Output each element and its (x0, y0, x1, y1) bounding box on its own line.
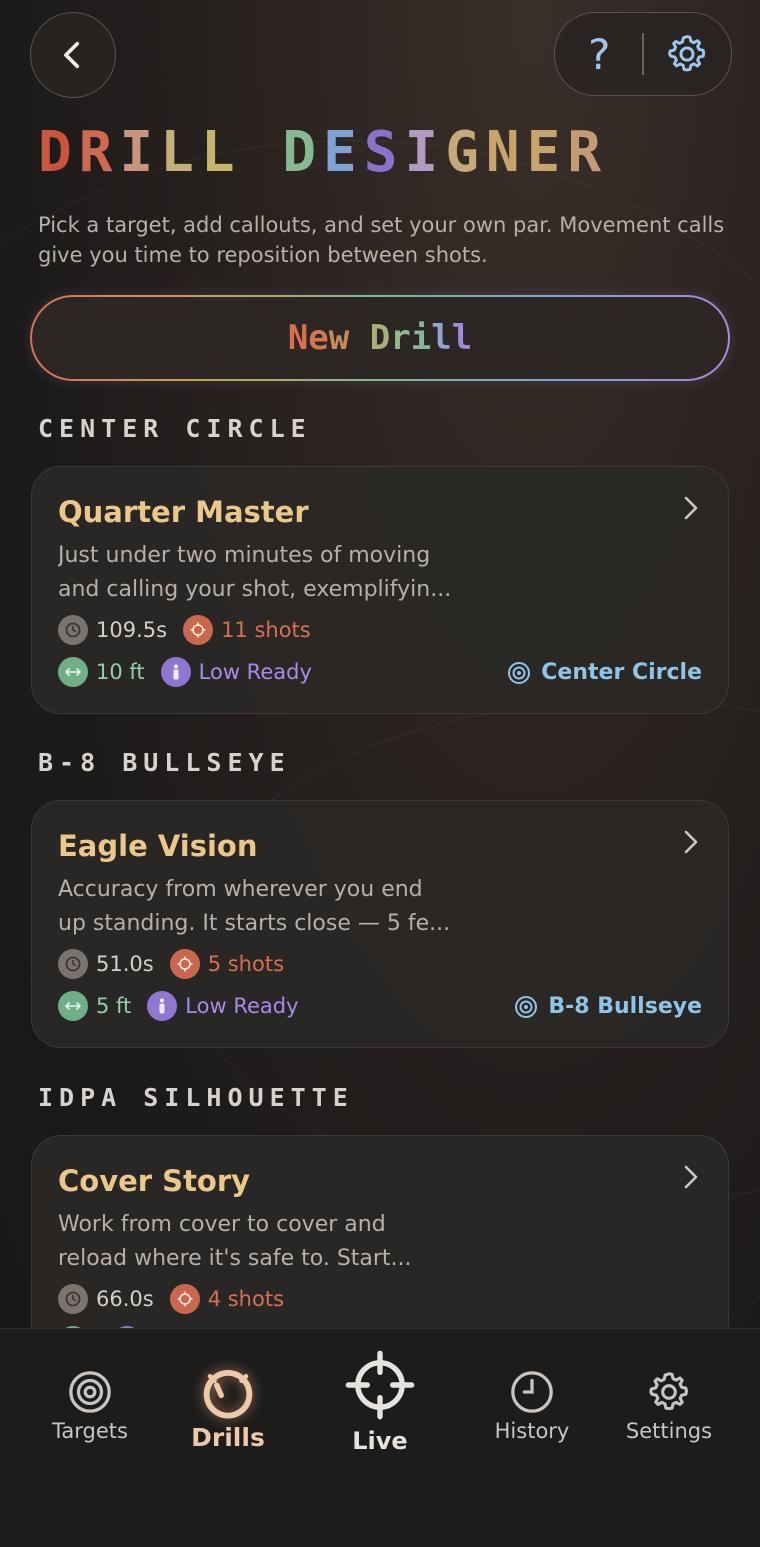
stopwatch-icon (203, 1369, 253, 1419)
target-icon (515, 995, 538, 1018)
drill-distance: 10 ft (96, 660, 145, 684)
title-letter: E (323, 120, 364, 185)
drill-position: Low Ready (185, 994, 299, 1018)
target-tag: Center Circle (507, 660, 702, 685)
new-drill-letter: l (451, 318, 473, 358)
tab-drills[interactable]: Drills (152, 1365, 304, 1452)
new-drill-letter: i (410, 318, 432, 358)
title-letter: D (282, 120, 324, 185)
gear-icon (667, 35, 705, 72)
chevron-right-icon (684, 496, 698, 520)
target-icon (508, 661, 531, 684)
chevron-left-icon (64, 41, 80, 69)
crosshair-icon (169, 949, 200, 979)
timer-icon (58, 1284, 88, 1314)
drill-description: Work from cover to cover and reload wher… (58, 1212, 412, 1271)
section-label-center-circle: CENTER CIRCLE (38, 414, 312, 443)
timer-icon (58, 949, 88, 979)
drill-shots: 4 shots (207, 1287, 285, 1311)
new-drill-letter: w (328, 318, 350, 358)
page-subtitle: Pick a target, add callouts, and set you… (38, 213, 725, 267)
target-icon (69, 1371, 111, 1413)
tab-targets[interactable]: Targets (14, 1369, 166, 1443)
drill-time: 109.5s (96, 618, 168, 642)
new-drill-letter: D (369, 318, 391, 358)
chevron-right-icon (684, 830, 698, 854)
new-drill-letter (349, 318, 369, 358)
title-letter: L (200, 120, 242, 185)
settings-button[interactable] (644, 13, 730, 95)
drill-shots: 11 shots (221, 618, 311, 642)
title-letter: N (485, 120, 527, 185)
drill-shots: 5 shots (207, 952, 285, 976)
drill-position: Low Ready (198, 660, 312, 684)
title-letter: L (160, 120, 201, 185)
drill-description: Just under two minutes of moving and cal… (58, 543, 452, 602)
new-drill-letter: r (390, 318, 411, 358)
new-drill-letter: l (431, 318, 452, 358)
title-letter: D (38, 120, 79, 185)
drill-distance: 5 ft (96, 994, 132, 1018)
section-label-b8-bullseye: B-8 BULLSEYE (38, 748, 291, 777)
tab-live[interactable]: Live (304, 1347, 456, 1455)
drill-title: Eagle Vision (58, 829, 258, 863)
title-letter: G (445, 120, 486, 185)
page-title: DRILL DESIGNER (38, 120, 608, 185)
header-actions: ? (554, 12, 732, 96)
drill-title: Cover Story (58, 1164, 251, 1198)
timer-icon (58, 615, 88, 645)
title-letter: S (363, 120, 405, 185)
crosshair-icon (345, 1350, 415, 1420)
person-icon (147, 991, 178, 1021)
section-label-idpa-silhouette: IDPA SILHOUETTE (38, 1083, 354, 1112)
title-letter (242, 120, 283, 185)
title-letter: E (526, 120, 568, 185)
person-icon (160, 657, 191, 687)
title-letter: I (119, 120, 161, 185)
distance-icon (58, 991, 88, 1021)
back-button[interactable] (30, 12, 116, 98)
new-drill-button[interactable]: New Drill (30, 295, 730, 381)
gear-icon (649, 1372, 688, 1411)
drill-card[interactable]: Quarter Master Just under two minutes of… (31, 466, 729, 714)
drill-time: 51.0s (96, 952, 154, 976)
drill-title: Quarter Master (58, 495, 309, 529)
tab-bar: Targets Drills Live History Settings (0, 1328, 760, 1547)
drill-description: Accuracy from wherever you end up standi… (58, 877, 451, 936)
tab-settings[interactable]: Settings (593, 1369, 745, 1443)
drill-time: 66.0s (96, 1287, 154, 1311)
help-icon: ? (588, 29, 611, 79)
help-button[interactable]: ? (556, 13, 642, 95)
chevron-right-icon (684, 1165, 698, 1189)
new-drill-letter: e (308, 318, 329, 358)
title-letter: R (567, 120, 609, 185)
crosshair-icon (183, 615, 214, 645)
distance-icon (58, 657, 88, 687)
crosshair-icon (169, 1284, 200, 1314)
title-letter: R (78, 120, 120, 185)
clock-icon (511, 1371, 553, 1413)
drill-card[interactable]: Eagle Vision Accuracy from wherever you … (31, 800, 729, 1048)
tab-history[interactable]: History (456, 1369, 608, 1443)
target-tag: B-8 Bullseye (514, 994, 702, 1019)
title-letter: I (404, 120, 446, 185)
new-drill-letter: N (287, 318, 309, 358)
